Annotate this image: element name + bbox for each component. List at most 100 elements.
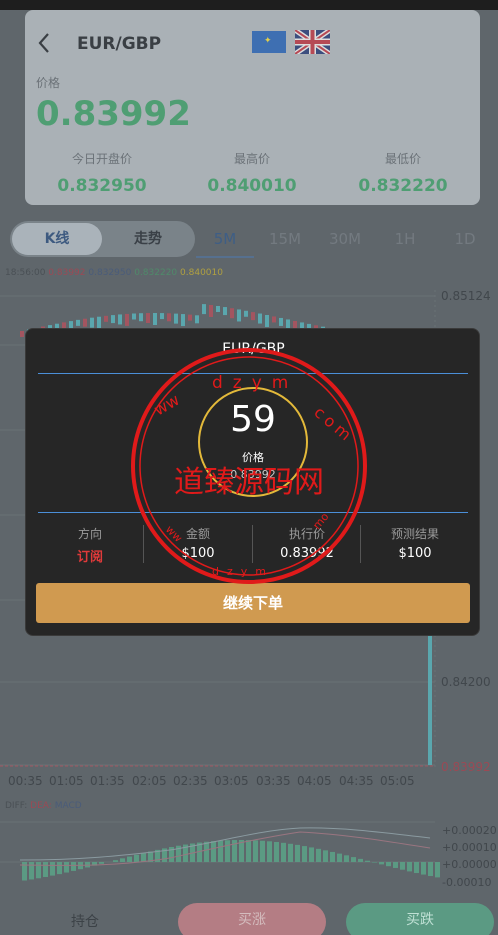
candle — [174, 313, 178, 324]
macd-bar — [414, 862, 419, 874]
direction-column: 方向 订阅 — [36, 525, 144, 565]
amount-header: 金额 — [185, 527, 210, 541]
strike-price-column: 执行价 0.83992 — [253, 525, 361, 561]
timeframe-1d[interactable]: 1D — [440, 230, 490, 248]
candle — [216, 305, 220, 312]
macd-bar — [64, 862, 69, 873]
macd-bar — [288, 843, 293, 862]
back-icon[interactable] — [37, 32, 51, 54]
continue-order-button[interactable]: 继续下单 — [36, 583, 470, 623]
x-axis-label: 01:05 — [49, 774, 84, 788]
candle — [139, 313, 143, 322]
candle — [146, 313, 150, 324]
macd-bar — [386, 862, 391, 867]
y-axis-label: 0.85124 — [441, 289, 491, 303]
amount-value: $100 — [181, 546, 215, 561]
buy-down-button[interactable]: 买跌 — [346, 903, 494, 935]
macd-bar — [421, 862, 426, 875]
macd-bar — [127, 856, 132, 862]
macd-bar — [309, 847, 314, 862]
order-result-modal: EUR/GBP 59 价格 0.83992 方向 订阅 金额 $100 执行价 … — [25, 328, 480, 636]
candle — [83, 318, 87, 327]
high-price-label: 最高价 — [233, 152, 270, 166]
tab-trend[interactable]: 走势 — [104, 223, 192, 255]
macd-bar — [365, 860, 370, 862]
timeframe-30m[interactable]: 30M — [320, 230, 370, 248]
macd-bar — [134, 854, 139, 862]
macd-bar — [393, 862, 398, 868]
macd-bar — [36, 862, 41, 879]
divider — [38, 373, 468, 374]
candle — [153, 313, 157, 326]
candle — [272, 316, 276, 323]
candle — [265, 314, 269, 327]
divider — [38, 512, 468, 513]
macd-axis-label: -0.00010 — [442, 876, 492, 889]
macd-bar — [428, 862, 433, 877]
timeframe-15m[interactable]: 15M — [260, 230, 310, 248]
y-axis-label: 0.84200 — [441, 675, 491, 689]
macd-bar — [57, 862, 62, 875]
strike-price-header: 执行价 — [288, 527, 325, 541]
candle — [279, 317, 283, 326]
macd-bar — [218, 840, 223, 862]
macd-bar — [50, 862, 55, 876]
x-axis-label: 03:05 — [214, 774, 249, 788]
x-axis-label: 02:35 — [173, 774, 208, 788]
candle — [209, 304, 213, 317]
candle — [223, 307, 227, 316]
forecast-header: 预测结果 — [390, 527, 439, 541]
candle — [258, 313, 262, 324]
macd-bar — [358, 858, 363, 862]
tab-kline[interactable]: K线 — [12, 223, 102, 255]
x-axis-label: 03:35 — [256, 774, 291, 788]
pair-title: EUR/GBP — [77, 34, 162, 54]
macd-bar — [372, 862, 377, 863]
ring-price-label: 价格 — [242, 451, 264, 464]
macd-bar — [260, 840, 265, 862]
positions-button[interactable]: 持仓 — [50, 911, 120, 931]
x-axis-label: 04:05 — [297, 774, 332, 788]
macd-bar — [330, 851, 335, 862]
timeframe-5m[interactable]: 5M — [200, 230, 250, 248]
buy-up-button[interactable]: 买涨 — [178, 903, 326, 935]
y-axis-label-current: 0.83992 — [441, 760, 491, 774]
x-axis-label: 02:05 — [132, 774, 167, 788]
macd-bar — [267, 841, 272, 862]
timeframe-1h[interactable]: 1H — [380, 230, 430, 248]
candle — [195, 315, 199, 324]
candle — [104, 315, 108, 322]
candle — [160, 313, 164, 320]
direction-value: 订阅 — [76, 550, 103, 565]
open-price-label: 今日开盘价 — [71, 152, 132, 166]
macd-bar — [246, 840, 251, 862]
macd-bar — [71, 862, 76, 871]
macd-axis-label: +0.00020 — [442, 824, 497, 837]
low-price-label: 最低价 — [384, 152, 421, 166]
macd-bar — [211, 841, 216, 862]
open-price-value: 0.832950 — [57, 176, 147, 196]
forecast-column: 预测结果 $100 — [361, 525, 469, 561]
macd-bar — [295, 844, 300, 862]
forecast-value: $100 — [398, 546, 432, 561]
candle — [188, 314, 192, 321]
x-axis-label: 01:35 — [90, 774, 125, 788]
macd-bar — [141, 853, 146, 862]
candle — [181, 314, 185, 327]
active-tab-underline — [196, 256, 254, 258]
macd-bar — [400, 862, 405, 870]
macd-bar — [302, 846, 307, 862]
x-axis-label: 05:05 — [380, 774, 415, 788]
macd-bar — [29, 862, 34, 880]
macd-bar — [204, 841, 209, 862]
chart-legend: 18:56:00 0.83992 0.832950 0.832220 0.840… — [5, 268, 223, 278]
macd-bar — [351, 857, 356, 862]
candle — [244, 310, 248, 317]
candle — [97, 316, 101, 329]
macd-bar — [407, 862, 412, 872]
status-bar — [0, 0, 498, 10]
macd-legend: DIFF: DEA: MACD — [5, 801, 82, 811]
macd-bar — [316, 848, 321, 862]
countdown-value: 59 — [230, 399, 276, 440]
modal-title: EUR/GBP — [222, 341, 285, 357]
